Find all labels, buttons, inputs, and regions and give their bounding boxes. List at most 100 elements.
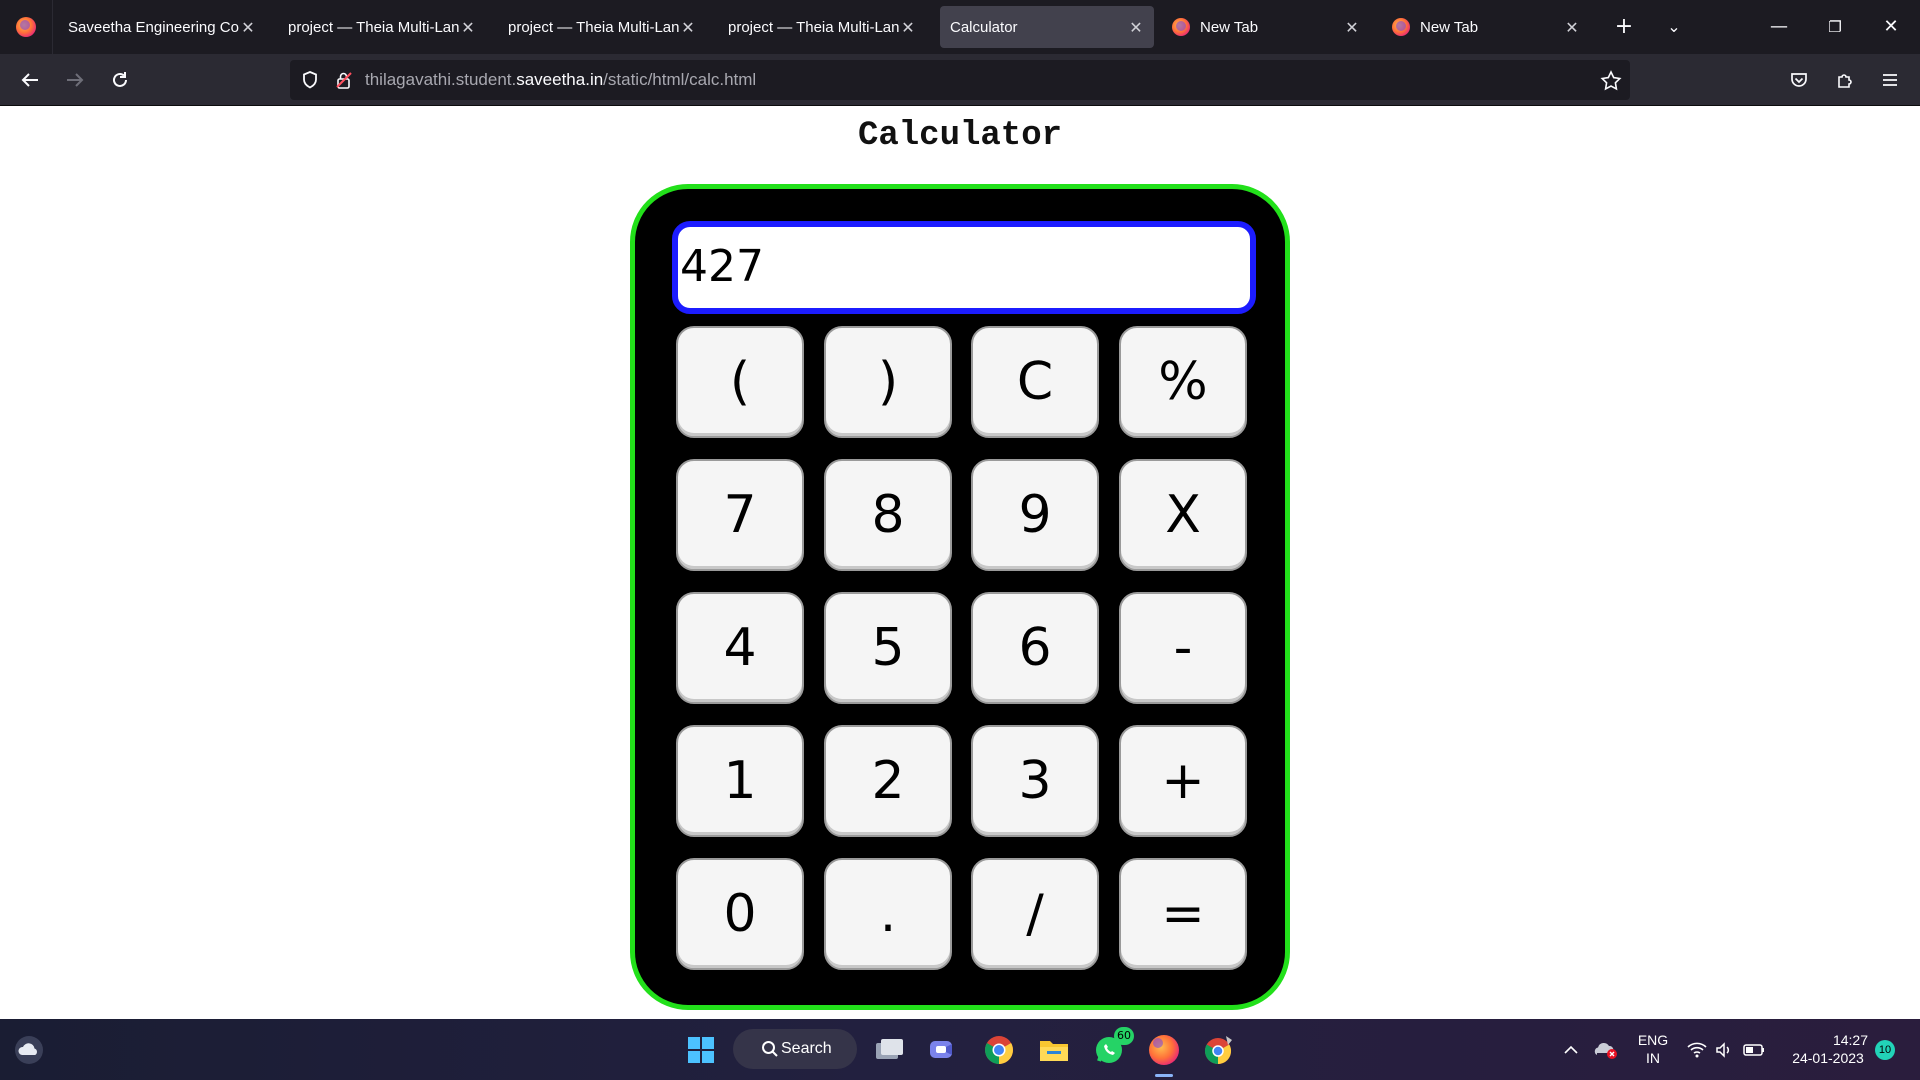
- onedrive-status[interactable]: [1590, 1029, 1622, 1071]
- reload-button[interactable]: [102, 62, 138, 98]
- url-bar[interactable]: thilagavathi.student.saveetha.in/static/…: [290, 60, 1630, 100]
- key-2[interactable]: 2: [824, 725, 952, 837]
- url-prefix: thilagavathi.student.: [365, 70, 517, 89]
- battery-icon: [1743, 1044, 1764, 1056]
- chrome-dev-icon: [1204, 1036, 1232, 1065]
- tab-saveetha[interactable]: Saveetha Engineering Colle ✕: [58, 6, 266, 48]
- clock-date: 24-01-2023: [1792, 1050, 1864, 1066]
- key-percent[interactable]: %: [1119, 326, 1247, 438]
- language-indicator[interactable]: ENG IN: [1630, 1031, 1676, 1067]
- close-icon[interactable]: ✕: [900, 18, 916, 37]
- tab-title: project — Theia Multi-Lang: [728, 18, 900, 36]
- wifi-icon: [1687, 1042, 1707, 1058]
- quick-settings[interactable]: [1686, 1029, 1768, 1071]
- firefox-view-button[interactable]: [0, 0, 53, 54]
- tab-title: New Tab: [1200, 18, 1259, 36]
- key-close-paren[interactable]: ): [824, 326, 952, 438]
- system-status-icons: [1687, 1042, 1764, 1058]
- teams-chat-icon: [930, 1041, 952, 1058]
- calculator-display[interactable]: 427: [672, 221, 1256, 314]
- key-8[interactable]: 8: [824, 459, 952, 571]
- windows-icon: [688, 1037, 714, 1063]
- taskbar-chrome-dev[interactable]: [1198, 1029, 1240, 1071]
- pocket-button[interactable]: [1781, 62, 1817, 98]
- close-icon[interactable]: ✕: [460, 18, 476, 37]
- close-icon[interactable]: ✕: [1564, 18, 1580, 37]
- key-divide[interactable]: /: [971, 858, 1099, 970]
- search-icon: [762, 1041, 778, 1057]
- forward-button[interactable]: [57, 62, 93, 98]
- lock-icon[interactable]: [334, 70, 354, 90]
- list-tabs-button[interactable]: ⌄: [1659, 12, 1689, 42]
- clock-time: 14:27: [1832, 1032, 1868, 1048]
- tab-theia-1[interactable]: project — Theia Multi-Lang ✕: [278, 6, 486, 48]
- reload-icon: [113, 72, 127, 87]
- taskbar-chrome[interactable]: [978, 1029, 1020, 1071]
- calculator: 427 ( ) C % 7 8 9 X 4 5 6 - 1 2 3 + 0 . …: [630, 184, 1290, 1010]
- key-9[interactable]: 9: [971, 459, 1099, 571]
- key-clear[interactable]: C: [971, 326, 1099, 438]
- minimize-button[interactable]: —: [1751, 0, 1807, 54]
- star-icon[interactable]: [1600, 70, 1622, 92]
- firefox-icon: [1149, 1035, 1179, 1065]
- key-6[interactable]: 6: [971, 592, 1099, 704]
- tab-new-2[interactable]: New Tab ✕: [1382, 6, 1590, 48]
- weather-widget[interactable]: [8, 1029, 50, 1071]
- firefox-icon: [1172, 18, 1190, 36]
- language-line1: ENG: [1637, 1032, 1669, 1048]
- url-text[interactable]: thilagavathi.student.saveetha.in/static/…: [365, 60, 756, 100]
- key-7[interactable]: 7: [676, 459, 804, 571]
- taskbar-search[interactable]: Search: [733, 1029, 857, 1069]
- tab-title: New Tab: [1420, 18, 1479, 36]
- tab-theia-3[interactable]: project — Theia Multi-Lang ✕: [718, 6, 926, 48]
- notification-badge[interactable]: 10: [1875, 1040, 1895, 1060]
- key-4[interactable]: 4: [676, 592, 804, 704]
- back-button[interactable]: [12, 62, 48, 98]
- menu-button[interactable]: [1872, 62, 1908, 98]
- tab-title: Calculator: [950, 18, 1018, 36]
- arrow-left-icon: [21, 73, 38, 87]
- task-view-icon: [876, 1039, 903, 1059]
- key-3[interactable]: 3: [971, 725, 1099, 837]
- language-line2: IN: [1646, 1050, 1660, 1066]
- key-minus[interactable]: -: [1119, 592, 1247, 704]
- tab-new-1[interactable]: New Tab ✕: [1162, 6, 1370, 48]
- tab-calculator[interactable]: Calculator ✕: [940, 6, 1154, 48]
- close-icon[interactable]: ✕: [680, 18, 696, 37]
- pocket-icon: [1791, 73, 1807, 87]
- tab-title: Saveetha Engineering Colle: [68, 18, 240, 36]
- key-multiply[interactable]: X: [1119, 459, 1247, 571]
- close-icon[interactable]: ✕: [1344, 18, 1360, 37]
- taskbar-file-explorer[interactable]: [1033, 1029, 1075, 1071]
- clock[interactable]: 14:27 24-01-2023: [1780, 1031, 1876, 1067]
- taskbar: Search 60 ENG IN 14:27 24-01-2023 10: [0, 1019, 1920, 1080]
- key-open-paren[interactable]: (: [676, 326, 804, 438]
- taskbar-teams[interactable]: [922, 1029, 964, 1071]
- whatsapp-badge: 60: [1114, 1027, 1134, 1045]
- page-content: Calculator 427 ( ) C % 7 8 9 X 4 5 6 - 1…: [0, 107, 1920, 1019]
- taskbar-whatsapp[interactable]: 60: [1088, 1027, 1134, 1071]
- show-hidden-icons[interactable]: [1558, 1029, 1584, 1071]
- tab-theia-2[interactable]: project — Theia Multi-Lang ✕: [498, 6, 706, 48]
- start-button[interactable]: [680, 1029, 722, 1071]
- key-0[interactable]: 0: [676, 858, 804, 970]
- taskbar-firefox[interactable]: [1143, 1029, 1185, 1077]
- close-icon[interactable]: ✕: [240, 18, 256, 37]
- key-plus[interactable]: +: [1119, 725, 1247, 837]
- search-label: Search: [781, 1040, 832, 1057]
- key-equals[interactable]: =: [1119, 858, 1247, 970]
- key-1[interactable]: 1: [676, 725, 804, 837]
- firefox-icon: [1392, 18, 1410, 36]
- restore-button[interactable]: ❐: [1807, 0, 1863, 54]
- shield-icon[interactable]: [300, 70, 320, 90]
- arrow-right-icon: [67, 73, 84, 87]
- navigation-bar: thilagavathi.student.saveetha.in/static/…: [0, 54, 1920, 106]
- close-window-button[interactable]: ✕: [1863, 0, 1919, 54]
- tab-bar: Saveetha Engineering Colle ✕ project — T…: [0, 0, 1920, 54]
- key-decimal[interactable]: .: [824, 858, 952, 970]
- new-tab-button[interactable]: +: [1609, 12, 1639, 42]
- key-5[interactable]: 5: [824, 592, 952, 704]
- extensions-button[interactable]: [1827, 62, 1863, 98]
- close-icon[interactable]: ✕: [1128, 18, 1144, 37]
- taskbar-task-view[interactable]: [868, 1029, 910, 1071]
